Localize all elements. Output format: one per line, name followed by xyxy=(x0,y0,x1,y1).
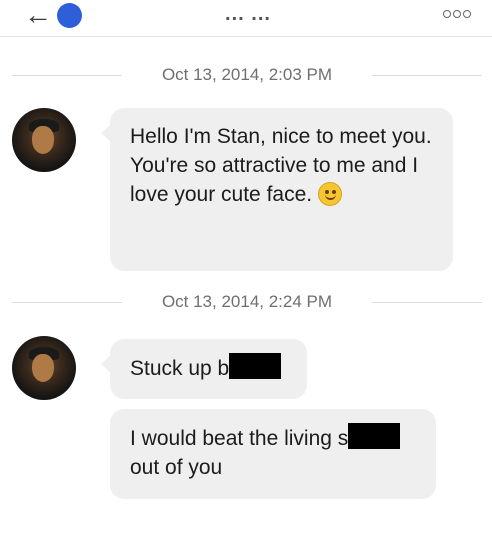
message-bubble[interactable]: Stuck up b xyxy=(101,339,307,399)
sender-avatar[interactable] xyxy=(12,108,76,172)
avatar-face xyxy=(32,126,54,154)
bubble-tail xyxy=(101,124,111,142)
redaction-block xyxy=(348,423,401,449)
divider-line xyxy=(372,75,482,76)
message-text: out of you xyxy=(130,456,223,479)
message-timestamp: Oct 13, 2014, 2:24 PM xyxy=(161,292,333,311)
divider-line xyxy=(12,302,122,303)
smiling-face-icon xyxy=(318,182,343,206)
timestamp-divider: Oct 13, 2014, 2:24 PM xyxy=(12,290,482,314)
menu-dot xyxy=(463,10,471,18)
message-timestamp: Oct 13, 2014, 2:03 PM xyxy=(161,65,333,84)
conversation-title: ... ... xyxy=(225,3,271,25)
sender-avatar[interactable] xyxy=(12,336,76,400)
status-dot-icon xyxy=(57,3,82,28)
menu-dot xyxy=(453,10,461,18)
divider-line xyxy=(372,302,482,303)
more-options-icon[interactable] xyxy=(443,8,473,20)
message-bubble[interactable]: Hello I'm Stan, nice to meet you. You're… xyxy=(101,108,453,271)
menu-dot xyxy=(443,10,451,18)
timestamp-divider: Oct 13, 2014, 2:03 PM xyxy=(12,63,482,87)
redaction-block xyxy=(229,353,282,379)
message-text: Stuck up b xyxy=(130,357,230,380)
message-text: Hello I'm Stan, nice to meet you. You're… xyxy=(130,125,432,206)
message-bubble[interactable]: I would beat the living s out of you xyxy=(110,409,436,499)
top-nav-bar: ← ... ... xyxy=(0,0,492,37)
message-text: I would beat the living s xyxy=(130,427,349,450)
back-arrow-icon[interactable]: ← xyxy=(24,1,52,29)
divider-line xyxy=(12,75,122,76)
avatar-face xyxy=(32,354,54,382)
bubble-tail xyxy=(101,355,111,373)
